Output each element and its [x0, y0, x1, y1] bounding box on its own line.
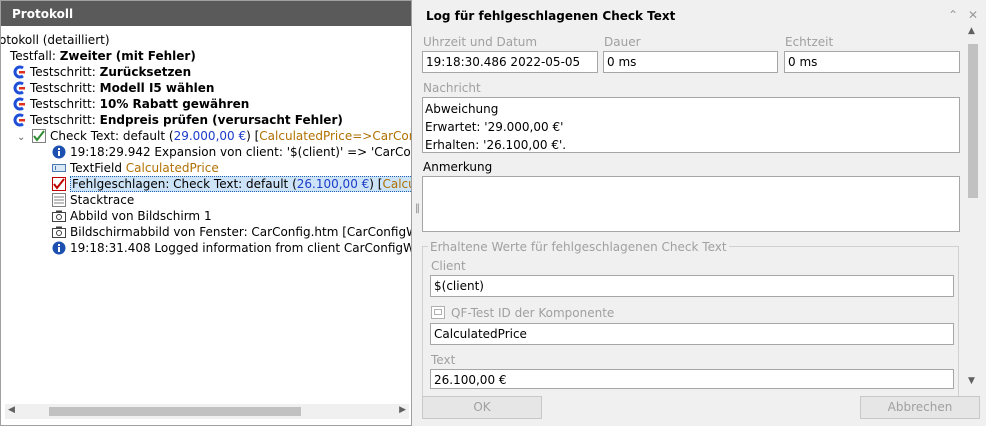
- tree-row-label: Check Text: default (: [50, 129, 174, 143]
- tree-row-sep: ) [: [369, 177, 383, 191]
- tree-row-label: Abbild von Bildschirm 1: [70, 209, 212, 223]
- chevron-up-icon[interactable]: ⌃: [948, 8, 958, 22]
- tree-row[interactable]: Fehlgeschlagen: Check Text: default (26.…: [52, 176, 411, 192]
- tree-row-label: Testschritt:: [30, 113, 100, 127]
- tree-row[interactable]: Testschritt: Modell I5 wählen: [12, 80, 214, 96]
- client-field[interactable]: $(client): [430, 275, 954, 297]
- test-step-icon: [12, 81, 26, 95]
- tree-row-component: Calculate: [382, 177, 411, 191]
- tree-row[interactable]: 19:18:29.942 Expansion von client: '$(cl…: [52, 144, 412, 160]
- tree-row-value: 29.000,00 €: [173, 129, 247, 143]
- tree-row[interactable]: Testfall: Zweiter (mit Fehler): [10, 48, 196, 64]
- tree-row-label: 19:18:29.942 Expansion von client: '$(cl…: [70, 145, 412, 159]
- camera-icon: [52, 209, 66, 223]
- component-id-field[interactable]: CalculatedPrice: [430, 323, 954, 345]
- tree-row-label: TextField: [70, 161, 126, 175]
- tree-row-label: Fehlgeschlagen: Check Text: default (: [72, 177, 297, 191]
- message-line: Abweichung: [425, 102, 499, 116]
- tree-row-label: Stacktrace: [70, 193, 135, 207]
- scroll-up-arrow-icon[interactable]: ▲: [968, 26, 975, 36]
- message-label: Nachricht: [423, 81, 481, 95]
- scroll-down-arrow-icon[interactable]: ▼: [968, 376, 975, 386]
- comment-textarea[interactable]: [422, 176, 960, 232]
- tree-row-sep: ) [: [246, 129, 260, 143]
- realtime-field[interactable]: 0 ms: [784, 51, 960, 73]
- tree-row-label: Bildschirmabbild von Fenster: CarConfig.…: [70, 225, 412, 239]
- duration-field[interactable]: 0 ms: [603, 51, 778, 73]
- tree-row[interactable]: otokoll (detailliert): [0, 32, 110, 48]
- test-step-icon: [12, 113, 26, 127]
- message-line: Erhalten: '26.100,00 €'.: [425, 138, 567, 152]
- time-field[interactable]: 19:18:30.486 2022-05-05: [422, 51, 598, 73]
- received-values-group-title: Erhaltene Werte für fehlgeschlagenen Che…: [428, 240, 729, 254]
- realtime-label: Echtzeit: [785, 35, 834, 49]
- tree-row[interactable]: Abbild von Bildschirm 1: [52, 208, 212, 224]
- protocol-header: Protokoll: [1, 1, 411, 26]
- text-label: Text: [431, 353, 456, 367]
- selected-row-label[interactable]: Fehlgeschlagen: Check Text: default (26.…: [70, 176, 411, 192]
- tree-row-bold-label: 10% Rabatt gewähren: [99, 97, 250, 111]
- info-icon: [52, 241, 66, 255]
- tree-row[interactable]: TextField CalculatedPrice: [52, 160, 219, 176]
- horizontal-scrollbar[interactable]: ◀ ▶: [5, 404, 409, 419]
- tree-row[interactable]: ⌄ Check Text: default (29.000,00 €) [Calc…: [17, 128, 411, 144]
- tree-row-component: CalculatedPrice=>CarConfig: [259, 129, 411, 143]
- client-label: Client: [431, 259, 466, 273]
- scroll-right-arrow-icon[interactable]: ▶: [399, 405, 406, 415]
- tree-row-label: otokoll (detailliert): [0, 33, 110, 47]
- tree-row-label: Testschritt:: [30, 65, 100, 79]
- tree-row[interactable]: Bildschirmabbild von Fenster: CarConfig.…: [52, 224, 412, 240]
- stacktrace-icon: [52, 193, 66, 207]
- tree-row-bold-label: Modell I5 wählen: [99, 81, 215, 95]
- ok-button[interactable]: OK: [422, 396, 542, 419]
- camera-icon: [52, 225, 66, 239]
- tree-row-bold-label: Zweiter (mit Fehler): [59, 49, 196, 63]
- tree-row-label: Testfall:: [10, 49, 60, 63]
- message-textarea[interactable]: Abweichung Erwartet: '29.000,00 €' Erhal…: [422, 97, 960, 153]
- tree-row[interactable]: Testschritt: 10% Rabatt gewähren: [12, 96, 249, 112]
- test-step-icon: [12, 97, 26, 111]
- failed-check-icon: [52, 177, 66, 191]
- tree-row-label: Testschritt:: [30, 81, 100, 95]
- vertical-scroll-thumb[interactable]: [968, 44, 978, 198]
- text-field[interactable]: 26.100,00 €: [430, 369, 954, 389]
- info-icon: [52, 145, 66, 159]
- splitter-handle[interactable]: ‖: [415, 203, 420, 214]
- details-title: Log für fehlgeschlagenen Check Text: [426, 9, 676, 23]
- test-step-icon: [12, 65, 26, 79]
- cancel-button[interactable]: Abbrechen: [860, 396, 980, 419]
- check-icon: [32, 129, 46, 143]
- vertical-scrollbar[interactable]: ▲ ▼: [965, 26, 981, 386]
- tree-row[interactable]: 19:18:31.408 Logged information from cli…: [52, 240, 412, 256]
- scroll-left-arrow-icon[interactable]: ◀: [8, 405, 15, 415]
- textfield-icon: [52, 161, 66, 175]
- time-label: Uhrzeit und Datum: [423, 35, 538, 49]
- tree-row-component: CalculatedPrice: [125, 161, 219, 175]
- tree-row-label: 19:18:31.408 Logged information from cli…: [70, 241, 412, 255]
- comment-label: Anmerkung: [423, 160, 493, 174]
- component-id-label: QF-Test ID der Komponente: [451, 306, 615, 320]
- horizontal-scroll-thumb[interactable]: [49, 407, 301, 416]
- tree-row[interactable]: Testschritt: Zurücksetzen: [12, 64, 191, 80]
- protocol-panel: Protokoll otokoll (detailliert) Testfall:…: [0, 0, 412, 426]
- duration-label: Dauer: [604, 35, 641, 49]
- expand-chevron-icon[interactable]: ⌄: [17, 130, 32, 146]
- tree-row-bold-label: Endpreis prüfen (verursacht Fehler): [99, 113, 343, 127]
- message-line: Erwartet: '29.000,00 €': [425, 120, 564, 134]
- tree-row[interactable]: Stacktrace: [52, 192, 134, 208]
- component-icon: [431, 306, 445, 319]
- tree-row[interactable]: Testschritt: Endpreis prüfen (verursacht…: [12, 112, 343, 128]
- tree-row-label: Testschritt:: [30, 97, 100, 111]
- tree-row-value: 26.100,00 €: [296, 177, 370, 191]
- close-icon[interactable]: ✕: [968, 8, 978, 22]
- tree-row-bold-label: Zurücksetzen: [99, 65, 192, 79]
